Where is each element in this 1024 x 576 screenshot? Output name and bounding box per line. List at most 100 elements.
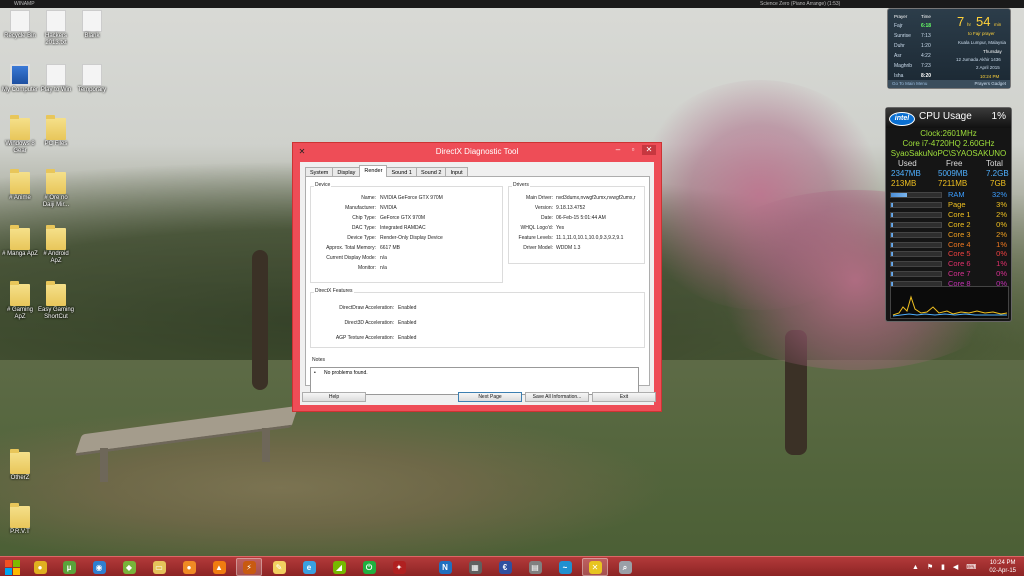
taskbar-button[interactable]: ⌕	[612, 558, 638, 576]
desktop-icon-android-apz[interactable]: # Android ApZ	[38, 225, 74, 265]
desktop-icon-gaming-apz[interactable]: # Gaming ApZ	[2, 281, 38, 321]
usage-bar-label: Page	[948, 199, 966, 209]
dxdiag-client: System Display Render Sound 1 Sound 2 In…	[300, 162, 656, 405]
tray-icons[interactable]: ▲ ⚑ ▮ ◀ ⌨	[912, 563, 979, 571]
taskbar-button[interactable]: ✎	[266, 558, 292, 576]
field-label: Monitor:	[357, 265, 376, 271]
taskbar-button[interactable]: ✦	[386, 558, 412, 576]
usage-bar-label: Core 1	[948, 209, 971, 219]
folder-icon	[10, 281, 30, 306]
taskbar-button[interactable]: ▤	[522, 558, 548, 576]
usage-bar-fill	[891, 222, 893, 227]
taskbar-button[interactable]: ●	[27, 558, 53, 576]
folder-icon: ▭	[152, 560, 166, 574]
exit-button[interactable]: Exit	[592, 392, 656, 402]
taskbar-clock[interactable]: 10:24 PM 02-Apr-15	[989, 559, 1016, 575]
taskbar-button[interactable]: ◆	[116, 558, 142, 576]
help-button[interactable]: Help	[302, 392, 366, 402]
desktop-icon-label: # Manga ApZ	[2, 251, 38, 257]
usage-bar-value: 0%	[996, 269, 1007, 279]
city: Kuala Lumpur, Malaysia	[958, 40, 1007, 45]
e-app-icon: €	[498, 560, 512, 574]
taskbar-button[interactable]: ⏻	[356, 558, 382, 576]
cpu-usage-gadget[interactable]: intel CPU Usage 1% Clock:2601MHz Core i7…	[885, 107, 1012, 322]
close-button[interactable]: ✕	[642, 145, 656, 155]
desktop-icon-manga-apz[interactable]: # Manga ApZ	[2, 225, 38, 258]
desktop-icon-otherz[interactable]: OtherZ	[2, 449, 38, 482]
prayer-row-maghrib: Maghrib 7:23	[894, 63, 944, 69]
usage-bar-row: RAM 32%	[890, 191, 1009, 199]
desktop-icon-play-to-win[interactable]: Play to Win	[38, 64, 74, 94]
field-label: Feature Levels:	[518, 235, 553, 241]
vlc-icon: ▲	[212, 560, 226, 574]
field-label: Manufacturer:	[345, 205, 376, 211]
cpu-title: CPU Usage	[919, 111, 972, 122]
field-label: DirectDraw Acceleration:	[339, 305, 394, 311]
desktop-icon-temporary[interactable]: Temporary	[74, 64, 110, 94]
taskbar-button[interactable]: ◉	[86, 558, 112, 576]
prayer-time: 1:20	[921, 43, 931, 49]
field-value: WDDM 1.3	[556, 245, 581, 251]
prayer-time: 7:13	[921, 33, 931, 39]
desktop-icon-prvt[interactable]: P.R.V.T	[2, 503, 38, 536]
desktop-icon-anime[interactable]: # Anime	[2, 169, 38, 202]
taskbar-button[interactable]: ▭	[146, 558, 172, 576]
taskbar-button[interactable]: ~	[552, 558, 578, 576]
minimize-button[interactable]: –	[611, 145, 625, 155]
taskbar-button[interactable]: €	[492, 558, 518, 576]
main-menu-link[interactable]: Go To Main Menu	[892, 81, 927, 86]
desktop-icon-pc-files[interactable]: PC Files	[38, 115, 74, 148]
field-value: n/a	[380, 265, 387, 271]
desktop-icon-my-computer[interactable]: My Computer	[2, 64, 38, 94]
usage-bar-track	[890, 271, 942, 278]
desktop-icon-label: PC Files	[44, 141, 68, 147]
wallpaper-bench-leg	[262, 428, 270, 462]
field-value: NVIDIA GeForce GTX 970M	[380, 195, 443, 201]
minutes-unit: min	[994, 22, 1002, 27]
start-button[interactable]	[3, 559, 21, 575]
desktop-icon-ore-no-daiji[interactable]: # Ore no Daiji Mir...	[38, 169, 74, 209]
usage-bar-track	[890, 261, 942, 268]
dxdiag-titlebar[interactable]: ✕ DirectX Diagnostic Tool – ▫ ✕	[293, 143, 661, 161]
field-value: 06-Feb-15 5:01:44 AM	[556, 215, 606, 221]
bird-icon: ~	[558, 560, 572, 574]
taskbar-button[interactable]: ▦	[462, 558, 488, 576]
save-all-information-button[interactable]: Save All Information...	[525, 392, 589, 402]
notes-textbox[interactable]: • No problems found.	[310, 367, 639, 395]
field-value: Enabled	[398, 320, 417, 326]
winamp-bar[interactable]: WINAMP Science Zero (Piano Arrange) (1:5…	[0, 0, 1024, 8]
desktop-icon-blank[interactable]: Blank	[74, 10, 110, 40]
taskbar-button[interactable]: ▲	[206, 558, 232, 576]
desktop-icon-label: Easy Gaming ShortCut	[38, 307, 75, 320]
prayer-row-asr: Asr 4:22	[894, 53, 944, 59]
usage-bar-value: 1%	[996, 239, 1007, 249]
hours-unit: hr	[967, 22, 972, 27]
tab-render[interactable]: Render	[359, 165, 388, 177]
desktop-icon-windows8-gear[interactable]: Windows 8 Gear	[2, 115, 38, 155]
taskbar-button[interactable]: ◢	[326, 558, 352, 576]
clock-time: 10:24 PM	[989, 560, 1016, 566]
directx-icon: ✕	[588, 560, 602, 574]
desktop-icon-label: # Android ApZ	[43, 251, 69, 264]
taskbar-button[interactable]: e	[296, 558, 322, 576]
desktop-icon-recycle-bin[interactable]: Recycle Bin	[2, 10, 38, 40]
next-page-button[interactable]: Next Page	[458, 392, 522, 402]
used-header: Used	[898, 159, 917, 168]
taskbar-button[interactable]: ✕	[582, 558, 608, 576]
taskbar-button[interactable]: ●	[176, 558, 202, 576]
usage-bar-row: Core 1 2%	[890, 209, 1009, 219]
now-playing: Science Zero (Piano Arrange) (1:53)	[760, 1, 841, 7]
field-label: Date:	[541, 215, 553, 221]
field-value: Render-Only Display Device	[380, 235, 443, 241]
taskbar-button[interactable]: N	[432, 558, 458, 576]
taskbar-button[interactable]: ⚡	[236, 558, 262, 576]
taskbar-button[interactable]: µ	[56, 558, 82, 576]
prayer-times-gadget[interactable]: Prayer Time Fajr 6:18 Sunrise 7:13 Duhr 1:2…	[887, 8, 1011, 89]
prayer-row-duhr: Duhr 1:20	[894, 43, 944, 49]
desktop-icon-hackers[interactable]: Hackers 2013.txt	[38, 10, 74, 47]
desktop-icon-label: My Computer	[2, 87, 39, 93]
hijri-date: 12 Jumada Akhir 1436	[956, 57, 1001, 62]
desktop-icon-easy-gaming[interactable]: Easy Gaming ShortCut	[38, 281, 75, 321]
chat-icon: ●	[182, 560, 196, 574]
maximize-button[interactable]: ▫	[626, 145, 640, 155]
